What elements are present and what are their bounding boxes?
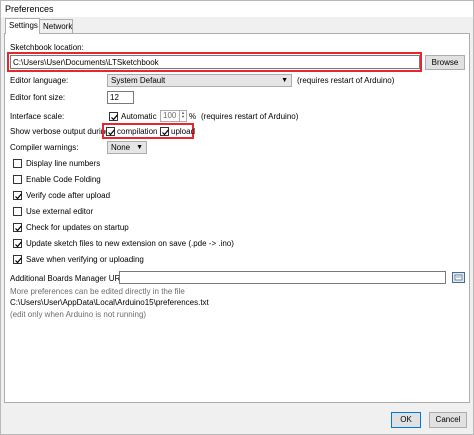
- preferences-file-path: C:\Users\User\AppData\Local\Arduino15\pr…: [10, 298, 209, 307]
- settings-panel: Sketchbook location: C:\Users\User\Docum…: [4, 33, 470, 403]
- check-icon: [15, 193, 22, 200]
- browse-button[interactable]: Browse: [425, 55, 465, 70]
- save-on-verify-checkbox[interactable]: [13, 255, 22, 264]
- editor-language-select[interactable]: System Default ▼: [107, 74, 292, 87]
- editor-language-value: System Default: [111, 76, 166, 85]
- update-extension-label: Update sketch files to new extension on …: [26, 239, 234, 248]
- compiler-warnings-select[interactable]: None ▼: [107, 141, 147, 154]
- check-icon: [15, 257, 22, 264]
- display-line-numbers-label: Display line numbers: [26, 159, 101, 168]
- chevron-down-icon: ▼: [136, 144, 143, 151]
- display-line-numbers-checkbox[interactable]: [13, 159, 22, 168]
- spinner-arrows-icon[interactable]: ▲ ▼: [179, 111, 186, 121]
- check-icon: [111, 114, 118, 121]
- upload-label: upload: [171, 127, 196, 136]
- sketchbook-highlight: [7, 52, 422, 72]
- interface-scale-label: Interface scale:: [10, 112, 65, 121]
- update-extension-checkbox[interactable]: [13, 239, 22, 248]
- window-title: Preferences: [5, 4, 54, 14]
- compiler-warnings-label: Compiler warnings:: [10, 143, 79, 152]
- scale-note: (requires restart of Arduino): [201, 112, 299, 121]
- title-bar: Preferences: [1, 1, 473, 17]
- edit-note: (edit only when Arduino is not running): [10, 310, 147, 319]
- verbose-label: Show verbose output during:: [10, 127, 112, 136]
- scale-value: 100: [163, 111, 177, 120]
- window-list-icon[interactable]: [452, 272, 465, 283]
- chevron-down-icon: ▼: [281, 77, 288, 84]
- scale-unit: %: [189, 112, 197, 121]
- verify-after-upload-label: Verify code after upload: [26, 191, 111, 200]
- editor-language-label: Editor language:: [10, 76, 69, 85]
- automatic-checkbox[interactable]: [109, 112, 118, 121]
- compilation-label: compilation: [117, 127, 158, 136]
- tab-settings[interactable]: Settings: [5, 18, 40, 34]
- font-size-label: Editor font size:: [10, 93, 66, 102]
- boards-manager-label: Additional Boards Manager URLs:: [10, 274, 131, 283]
- preferences-window: Preferences Settings Network Sketchbook …: [0, 0, 474, 435]
- use-external-editor-checkbox[interactable]: [13, 207, 22, 216]
- upload-checkbox[interactable]: [160, 127, 169, 136]
- editor-language-note: (requires restart of Arduino): [297, 76, 395, 85]
- font-size-input[interactable]: 12: [107, 91, 134, 104]
- compilation-checkbox[interactable]: [106, 127, 115, 136]
- tab-network[interactable]: Network: [39, 19, 73, 33]
- check-icon: [15, 225, 22, 232]
- automatic-label: Automatic: [121, 112, 157, 121]
- use-external-editor-label: Use external editor: [26, 207, 94, 216]
- scale-spinner[interactable]: 100 ▲ ▼: [160, 110, 187, 122]
- more-prefs-text: More preferences can be edited directly …: [10, 287, 185, 296]
- save-on-verify-label: Save when verifying or uploading: [26, 255, 144, 264]
- check-updates-label: Check for updates on startup: [26, 223, 129, 232]
- verify-after-upload-checkbox[interactable]: [13, 191, 22, 200]
- check-icon: [15, 241, 22, 248]
- enable-code-folding-checkbox[interactable]: [13, 175, 22, 184]
- enable-code-folding-label: Enable Code Folding: [26, 175, 101, 184]
- check-icon: [108, 129, 115, 136]
- compiler-warnings-value: None: [111, 143, 131, 152]
- list-icon: [454, 274, 463, 281]
- boards-manager-urls-input[interactable]: [119, 271, 446, 284]
- check-updates-checkbox[interactable]: [13, 223, 22, 232]
- check-icon: [162, 129, 169, 136]
- cancel-button[interactable]: Cancel: [429, 412, 467, 428]
- ok-button[interactable]: OK: [391, 412, 421, 428]
